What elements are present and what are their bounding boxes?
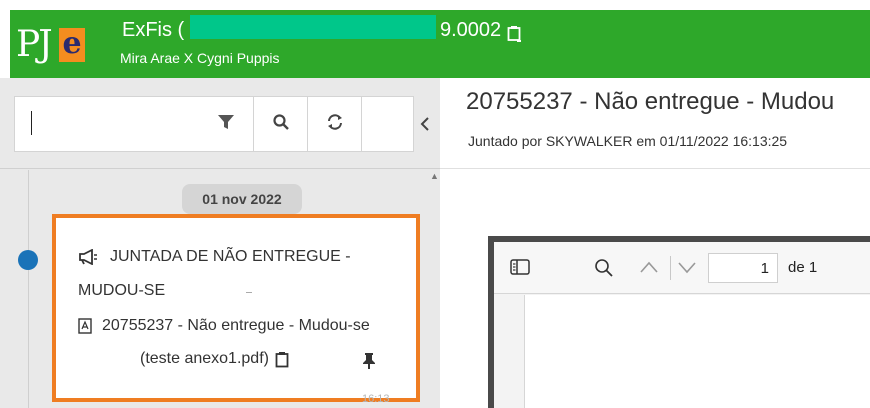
timeline-panel: ▲ 01 nov 2022 JUNTADA DE NÃO ENTREGUE - … xyxy=(0,78,440,408)
filter-button[interactable] xyxy=(199,97,253,151)
process-number: 9.0002 xyxy=(440,16,522,44)
search-button[interactable] xyxy=(253,97,307,151)
search-icon xyxy=(272,113,290,136)
clipboard-icon[interactable] xyxy=(275,351,289,368)
chevron-down-icon[interactable] xyxy=(676,258,698,281)
page-count-label: de 1 xyxy=(788,259,818,276)
process-title-prefix: ExFis ( xyxy=(122,19,185,41)
event-title-row: JUNTADA DE NÃO ENTREGUE - xyxy=(78,248,351,266)
process-title: ExFis ( xyxy=(122,16,184,44)
event-title-line1: JUNTADA DE NÃO ENTREGUE - xyxy=(110,248,351,265)
pdf-viewer: de 1 xyxy=(488,236,870,408)
process-number-suffix: 9.0002 xyxy=(440,19,502,41)
toolbar-extra-slot xyxy=(361,97,415,151)
text-caret xyxy=(31,111,32,135)
page-number-input[interactable] xyxy=(708,253,778,283)
timeline-event-card[interactable]: JUNTADA DE NÃO ENTREGUE - MUDOU-SE 20755… xyxy=(52,214,420,405)
event-document-filename[interactable]: (teste anexo1.pdf) xyxy=(140,350,269,368)
event-title-line2: MUDOU-SE xyxy=(78,282,166,299)
event-document-link[interactable]: 20755237 - Não entregue - Mudou-se xyxy=(102,317,370,335)
collapse-panel-button[interactable] xyxy=(418,114,432,134)
refresh-button[interactable] xyxy=(307,97,361,151)
pdf-page-area[interactable] xyxy=(524,295,870,408)
refresh-icon xyxy=(325,113,345,136)
pdf-toolbar: de 1 xyxy=(494,242,870,294)
timeline-toolbar xyxy=(14,96,414,152)
content-divider xyxy=(440,168,870,169)
process-parties: Mira Arae X Cygni Puppis xyxy=(120,50,280,66)
pdf-file-icon xyxy=(78,318,92,334)
pin-icon[interactable] xyxy=(362,352,376,370)
event-document-row[interactable]: 20755237 - Não entregue - Mudou-se xyxy=(78,317,370,335)
timeline-date-badge: 01 nov 2022 xyxy=(182,184,302,214)
toolbar-separator xyxy=(670,256,671,280)
event-document-filename-row: (teste anexo1.pdf) xyxy=(140,350,289,368)
event-time: 16:13 xyxy=(362,393,390,405)
search-icon[interactable] xyxy=(594,258,614,283)
megaphone-icon xyxy=(78,249,98,265)
app-header: PJ e ExFis ( 9.0002 Mira Arae X Cygni Pu… xyxy=(10,10,870,78)
timeline-search-input[interactable] xyxy=(17,99,217,149)
chevron-up-icon[interactable] xyxy=(638,258,660,281)
filter-icon xyxy=(217,114,235,135)
panel-divider xyxy=(0,168,440,169)
clipboard-icon[interactable] xyxy=(507,22,522,42)
pje-logo[interactable]: PJ e xyxy=(16,22,86,68)
timeline-dot xyxy=(18,250,38,270)
redacted-block xyxy=(190,15,436,39)
document-title: 20755237 - Não entregue - Mudou xyxy=(466,88,835,115)
document-subtitle: Juntado por SKYWALKER em 01/11/2022 16:1… xyxy=(468,133,788,149)
timeline-line xyxy=(28,170,29,408)
scrollbar-up-arrow[interactable]: ▲ xyxy=(430,171,439,181)
chevron-left-icon xyxy=(418,117,432,138)
sidebar-toggle-icon[interactable] xyxy=(510,258,530,281)
redacted-mark xyxy=(246,292,252,293)
